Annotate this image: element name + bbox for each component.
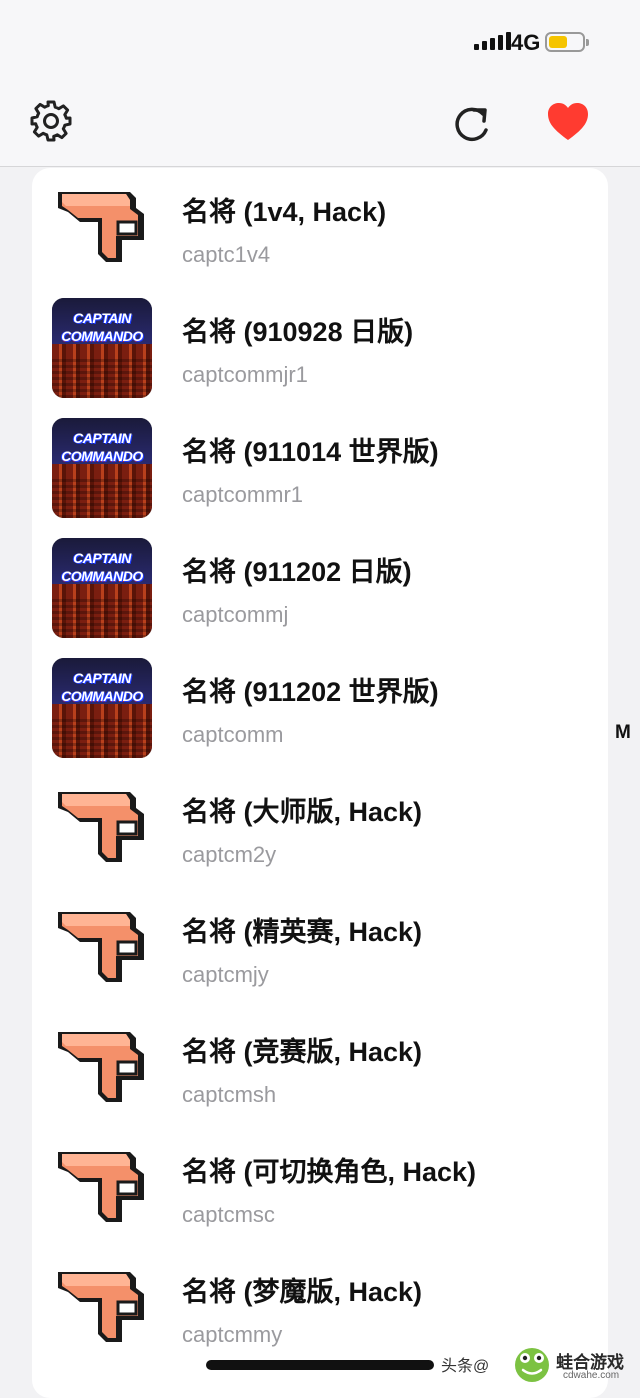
captain-commando-icon: CAPTAIN COMMANDO xyxy=(52,298,152,398)
art-line2: COMMANDO xyxy=(61,328,143,344)
game-title: 名将 (1v4, Hack) xyxy=(182,197,387,227)
rom-name: captcmsc xyxy=(182,1202,275,1227)
rom-name: captcmmy xyxy=(182,1322,283,1347)
list-item[interactable]: 名将 (精英赛, Hack) captcmjy xyxy=(32,888,608,1008)
status-bar: 4G xyxy=(0,0,640,88)
watermark-source: 头条@ xyxy=(441,1358,490,1375)
placeholder-logo-icon xyxy=(52,1018,152,1118)
signal-icon xyxy=(474,32,511,50)
captain-commando-icon: CAPTAIN COMMANDO xyxy=(52,418,152,518)
placeholder-logo-icon xyxy=(52,778,152,878)
rom-name: captcm2y xyxy=(182,842,277,867)
art-line2: COMMANDO xyxy=(61,688,143,704)
list-item[interactable]: CAPTAIN COMMANDO 名将 (911202 日版) captcommj xyxy=(32,528,608,648)
rom-name: captc1v4 xyxy=(182,242,271,267)
list-item[interactable]: 名将 (可切换角色, Hack) captcmsc xyxy=(32,1128,608,1248)
rom-name: captcomm xyxy=(182,722,284,747)
rom-name: captcommjr1 xyxy=(182,362,308,387)
placeholder-logo-icon xyxy=(52,1138,152,1238)
refresh-icon[interactable] xyxy=(447,100,495,148)
gear-icon[interactable] xyxy=(27,97,75,145)
heart-icon[interactable] xyxy=(544,98,592,146)
game-title: 名将 (911202 世界版) xyxy=(182,677,439,707)
frog-logo-icon xyxy=(512,1345,552,1383)
side-index-letter[interactable]: M xyxy=(615,722,631,744)
list-item[interactable]: CAPTAIN COMMANDO 名将 (911202 世界版) captcomm xyxy=(32,648,608,768)
art-line1: CAPTAIN xyxy=(73,550,131,566)
game-title: 名将 (大师版, Hack) xyxy=(182,797,423,827)
placeholder-logo-icon xyxy=(52,178,152,278)
art-line1: CAPTAIN xyxy=(73,670,131,686)
captain-commando-icon: CAPTAIN COMMANDO xyxy=(52,538,152,638)
list-item[interactable]: 名将 (1v4, Hack) captc1v4 xyxy=(32,168,608,288)
placeholder-logo-icon xyxy=(52,1258,152,1358)
toolbar xyxy=(0,88,640,167)
game-title: 名将 (精英赛, Hack) xyxy=(182,917,423,947)
rom-name: captcommr1 xyxy=(182,482,304,507)
game-title: 名将 (910928 日版) xyxy=(182,317,414,347)
list-item[interactable]: 名将 (大师版, Hack) captcm2y xyxy=(32,768,608,888)
game-title: 名将 (911014 世界版) xyxy=(182,437,439,467)
game-list: 名将 (1v4, Hack) captc1v4 CAPTAIN COMMANDO … xyxy=(32,168,608,1398)
network-type: 4G xyxy=(511,30,541,55)
game-title: 名将 (竞赛版, Hack) xyxy=(182,1037,423,1067)
art-line1: CAPTAIN xyxy=(73,310,131,326)
list-item[interactable]: CAPTAIN COMMANDO 名将 (910928 日版) captcommj… xyxy=(32,288,608,408)
art-line2: COMMANDO xyxy=(61,568,143,584)
game-title: 名将 (梦魔版, Hack) xyxy=(182,1277,423,1307)
rom-name: captcommj xyxy=(182,602,289,627)
rom-name: captcmjy xyxy=(182,962,269,987)
art-line1: CAPTAIN xyxy=(73,430,131,446)
list-item[interactable]: 名将 (竞赛版, Hack) captcmsh xyxy=(32,1008,608,1128)
placeholder-logo-icon xyxy=(52,898,152,998)
home-indicator[interactable] xyxy=(206,1360,434,1370)
art-line2: COMMANDO xyxy=(61,448,143,464)
game-title: 名将 (可切换角色, Hack) xyxy=(182,1157,477,1187)
list-item[interactable]: CAPTAIN COMMANDO 名将 (911014 世界版) captcomm… xyxy=(32,408,608,528)
watermark-url: cdwahe.com xyxy=(563,1370,620,1381)
game-title: 名将 (911202 日版) xyxy=(182,557,412,587)
battery-icon xyxy=(545,32,589,52)
rom-name: captcmsh xyxy=(182,1082,277,1107)
captain-commando-icon: CAPTAIN COMMANDO xyxy=(52,658,152,758)
